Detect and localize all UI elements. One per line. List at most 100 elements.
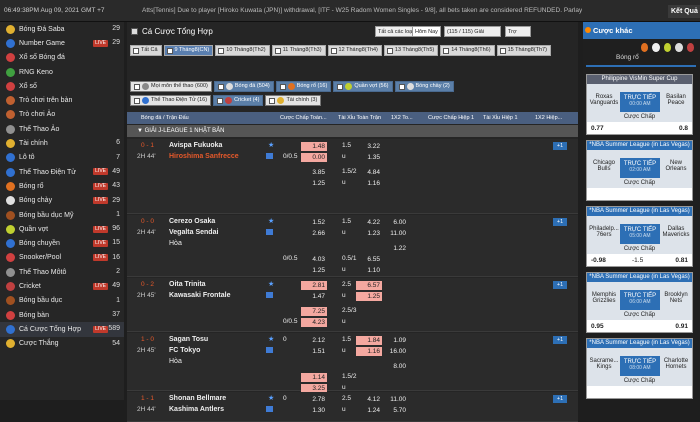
sport-filter[interactable]: Thể Thao Điện Tử (16): [130, 95, 212, 106]
football-icon[interactable]: [652, 43, 660, 52]
column-header[interactable]: 1X2 Hiệp...: [532, 112, 578, 124]
1x2-odds[interactable]: 11.00: [382, 229, 408, 238]
total-odds[interactable]: 1.24: [356, 406, 382, 415]
1x2-odds[interactable]: 1.09: [382, 336, 408, 345]
more-bets-button[interactable]: +1: [553, 218, 567, 226]
more-bets-button[interactable]: +1: [553, 395, 567, 403]
column-header[interactable]: 1X2 To...: [388, 112, 425, 124]
sidebar-item[interactable]: Lô tô 7: [0, 151, 124, 165]
date-tab[interactable]: 9 Tháng8(CN): [163, 45, 214, 56]
sidebar-item[interactable]: Bóng chày LIVE 29: [0, 194, 124, 208]
total-odds[interactable]: 4.22: [356, 218, 382, 227]
total-odds[interactable]: 1.23: [356, 229, 382, 238]
tennis-icon[interactable]: [663, 43, 672, 52]
checkbox[interactable]: [217, 97, 224, 104]
card-odds-right[interactable]: 0.81: [675, 257, 688, 264]
today-button[interactable]: Hôm Nay: [412, 26, 441, 37]
total-odds[interactable]: 4.84: [356, 168, 382, 177]
favorite-star-icon[interactable]: ★: [268, 141, 274, 149]
sidebar-item[interactable]: Cá Cược Tổng Hợp LIVE 589: [0, 322, 124, 337]
handicap-odds[interactable]: 2.66: [301, 229, 327, 238]
featured-match-card[interactable]: *NBA Summer League (in Las Vegas) Sacrame…: [586, 338, 693, 399]
handicap-odds[interactable]: 1.25: [301, 179, 327, 188]
handicap-odds[interactable]: 2.81: [301, 281, 327, 290]
sidebar-item[interactable]: Number Game LIVE 29: [0, 36, 124, 50]
column-header[interactable]: Cược Chấp Toàn...: [277, 112, 335, 124]
esports-icon[interactable]: [686, 43, 695, 52]
checkbox[interactable]: [274, 47, 281, 54]
checkbox[interactable]: [218, 47, 225, 54]
basketball-icon[interactable]: [641, 43, 649, 52]
sidebar-item[interactable]: Thể Thao Môtô 2: [0, 265, 124, 279]
sport-filter[interactable]: Mọi môn thể thao (600): [130, 81, 212, 92]
checkbox[interactable]: [499, 47, 506, 54]
date-tab[interactable]: 15 Tháng8(Th7): [496, 45, 551, 56]
handicap-odds[interactable]: 2.12: [301, 336, 327, 345]
live-stream-icon[interactable]: [266, 406, 273, 412]
date-tab[interactable]: 10 Tháng8(Th2): [215, 45, 270, 56]
sidebar-item[interactable]: Bóng Đá Saba 29: [0, 22, 124, 36]
total-odds[interactable]: 1.16: [356, 179, 382, 188]
1x2-odds[interactable]: 5.70: [382, 406, 408, 415]
handicap-odds[interactable]: 1.25: [301, 266, 327, 275]
checkbox[interactable]: [134, 83, 140, 90]
help-select[interactable]: Trợ giúp: [505, 26, 531, 46]
date-tab[interactable]: Tất Cả: [130, 45, 162, 56]
sidebar-item[interactable]: Thể Thao Điện Tử LIVE 49: [0, 165, 124, 179]
1x2-odds[interactable]: 8.00: [382, 362, 408, 371]
sport-filter[interactable]: Tài chính (3): [265, 95, 322, 106]
handicap-odds[interactable]: 1.51: [301, 347, 327, 356]
sidebar-item[interactable]: Bóng bầu dục 1: [0, 294, 124, 308]
date-tab[interactable]: 14 Tháng8(Th6): [440, 45, 495, 56]
sidebar-item[interactable]: Bóng chuyền LIVE 15: [0, 236, 124, 250]
handicap-odds[interactable]: 4.23: [301, 318, 327, 327]
1x2-odds[interactable]: 1.22: [382, 244, 408, 253]
column-header[interactable]: Tài Xỉu Toàn Trận: [335, 112, 388, 124]
favorite-star-icon[interactable]: ★: [268, 394, 274, 402]
featured-match-card[interactable]: *NBA Summer League (in Las Vegas) Chicago…: [586, 140, 693, 201]
total-odds[interactable]: 6.55: [356, 255, 382, 264]
total-odds[interactable]: 1.10: [356, 266, 382, 275]
sidebar-item[interactable]: Xổ số Bóng đá: [0, 51, 124, 65]
handicap-odds[interactable]: 0.00: [301, 153, 327, 162]
checkbox[interactable]: [330, 47, 337, 54]
checkbox[interactable]: [398, 83, 405, 90]
sport-filter[interactable]: Bóng đá (504): [213, 81, 274, 92]
more-bets-button[interactable]: +1: [553, 281, 567, 289]
1x2-odds[interactable]: 16.00: [382, 347, 408, 356]
card-odds-left[interactable]: -0.98: [591, 257, 606, 264]
checkbox[interactable]: [217, 83, 224, 90]
card-odds-left[interactable]: 0.95: [591, 323, 604, 330]
sport-filter[interactable]: Cricket (4): [213, 95, 264, 106]
checkbox[interactable]: [386, 47, 393, 54]
league-header[interactable]: ▼ GIẢI J-LEAGUE 1 NHẬT BẢN: [127, 125, 578, 137]
live-stream-icon[interactable]: [266, 229, 273, 235]
checkbox[interactable]: [269, 97, 276, 104]
total-odds[interactable]: 1.35: [356, 153, 382, 162]
sidebar-item[interactable]: Snooker/Pool LIVE 16: [0, 251, 124, 265]
sidebar-item[interactable]: Bóng rổ LIVE 43: [0, 179, 124, 193]
checkbox[interactable]: [279, 83, 286, 90]
sidebar-item[interactable]: Quần vợt LIVE 96: [0, 222, 124, 236]
total-odds[interactable]: 3.22: [356, 142, 382, 151]
card-odds-left[interactable]: 0.77: [591, 125, 604, 132]
sidebar-item[interactable]: Trò chơi Ảo: [0, 108, 124, 122]
favorite-star-icon[interactable]: ★: [268, 280, 274, 288]
1x2-odds[interactable]: 6.00: [382, 218, 408, 227]
baseball-icon[interactable]: [675, 43, 683, 52]
news-ticker[interactable]: Atts[Tennis] Due to player [Hiroko Kuwat…: [142, 7, 582, 14]
sidebar-item[interactable]: Cược Thắng 54: [0, 337, 124, 351]
handicap-odds[interactable]: 1.30: [301, 406, 327, 415]
menu-icon[interactable]: [131, 27, 138, 35]
date-tab[interactable]: 13 Tháng8(Th5): [383, 45, 439, 56]
checkbox[interactable]: [134, 97, 140, 104]
tab-basketball[interactable]: Bóng rổ: [583, 54, 700, 65]
handicap-odds[interactable]: 1.14: [301, 373, 327, 382]
sidebar-item[interactable]: Tài chính 6: [0, 136, 124, 150]
sidebar-item[interactable]: Thể Thao Ảo: [0, 122, 124, 136]
handicap-odds[interactable]: 4.03: [301, 255, 327, 264]
more-bets-button[interactable]: +1: [553, 142, 567, 150]
live-stream-icon[interactable]: [266, 292, 273, 298]
more-bets-button[interactable]: +1: [553, 336, 567, 344]
featured-match-card[interactable]: *NBA Summer League (in Las Vegas) Memphis…: [586, 272, 693, 333]
